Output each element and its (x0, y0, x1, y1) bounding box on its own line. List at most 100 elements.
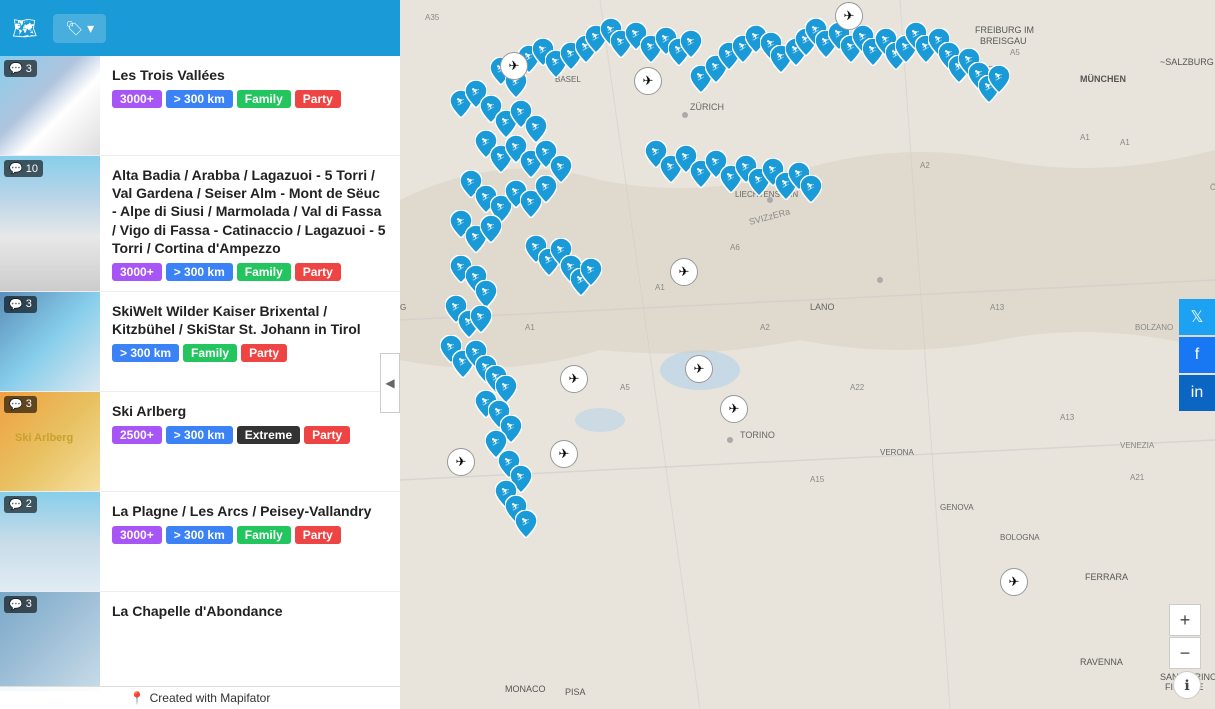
svg-text:⛷: ⛷ (586, 265, 595, 274)
sidebar: 🗺 🏷 ▾ ◀ 💬3Les Trois Vallées3000+> 300 km… (0, 0, 400, 709)
svg-text:⛷: ⛷ (516, 107, 525, 116)
zoom-out-button[interactable]: − (1169, 637, 1201, 669)
svg-text:MONACO: MONACO (505, 684, 546, 694)
map-info-button[interactable]: ℹ (1173, 671, 1201, 699)
linkedin-button[interactable]: in (1179, 375, 1215, 411)
created-with-banner: 📍 Created with Mapifator (0, 686, 400, 709)
svg-text:⛷: ⛷ (551, 57, 560, 66)
svg-text:A5: A5 (620, 383, 630, 392)
badge-count: 2 (26, 498, 32, 510)
facebook-button[interactable]: f (1179, 337, 1215, 373)
map-marker[interactable]: ⛷ (515, 510, 537, 538)
resort-name: La Chapelle d'Abondance (112, 602, 388, 620)
tag-family[interactable]: Family (237, 90, 291, 108)
svg-text:⛷: ⛷ (496, 202, 505, 211)
resort-thumbnail: 💬3 (0, 292, 100, 391)
tag-family[interactable]: Family (237, 526, 291, 544)
svg-text:A13: A13 (1060, 413, 1075, 422)
svg-text:⛷: ⛷ (466, 177, 475, 186)
svg-text:⛷: ⛷ (496, 152, 505, 161)
resort-thumbnail: 💬3 (0, 56, 100, 155)
badge-icon: 💬 (9, 298, 23, 311)
resort-thumbnail: 💬3 (0, 592, 100, 691)
tag-3000-[interactable]: 3000+ (112, 526, 162, 544)
tag-family[interactable]: Family (237, 263, 291, 281)
map-marker[interactable]: ⛷ (470, 305, 492, 333)
resort-tags: > 300 kmFamilyParty (112, 344, 388, 362)
airport-marker[interactable]: ✈ (447, 448, 475, 476)
resort-thumbnail: 💬3Ski Arlberg (0, 392, 100, 491)
airport-marker[interactable]: ✈ (720, 395, 748, 423)
svg-text:⛷: ⛷ (471, 87, 480, 96)
map-marker[interactable]: ⛷ (475, 280, 497, 308)
tag-party[interactable]: Party (295, 526, 341, 544)
svg-text:BOLZANO: BOLZANO (1135, 323, 1173, 332)
tag-party[interactable]: Party (304, 426, 350, 444)
svg-text:TORINO: TORINO (740, 430, 775, 440)
resort-info: La Plagne / Les Arcs / Peisey-Vallandry 3… (100, 492, 400, 591)
airport-marker[interactable]: ✈ (1000, 568, 1028, 596)
svg-text:LANO: LANO (810, 302, 835, 312)
airport-marker[interactable]: ✈ (835, 2, 863, 30)
svg-text:⛷: ⛷ (726, 172, 735, 181)
tag---300-km[interactable]: > 300 km (166, 90, 233, 108)
resort-name: Ski Arlberg (112, 402, 388, 420)
tag-extreme[interactable]: Extreme (237, 426, 300, 444)
airport-marker[interactable]: ✈ (550, 440, 578, 468)
airport-marker[interactable]: ✈ (500, 52, 528, 80)
airport-marker[interactable]: ✈ (670, 258, 698, 286)
svg-text:A1: A1 (1080, 133, 1090, 142)
map-area[interactable]: ZÜRICH LIECHTENSTEIN TORINO LANO VERONA … (400, 0, 1215, 709)
map-marker[interactable]: ⛷ (680, 30, 702, 58)
resort-item[interactable]: 💬2La Plagne / Les Arcs / Peisey-Vallandr… (0, 492, 400, 592)
map-marker[interactable]: ⛷ (495, 375, 517, 403)
badge-count: 3 (26, 298, 32, 310)
map-marker[interactable]: ⛷ (580, 258, 602, 286)
svg-text:⛷: ⛷ (686, 37, 695, 46)
svg-text:A5: A5 (1010, 48, 1020, 57)
scroll-arrow-right[interactable]: ◀ (380, 353, 400, 413)
svg-text:⛷: ⛷ (556, 162, 565, 171)
resort-item[interactable]: 💬3Les Trois Vallées3000+> 300 kmFamilyPa… (0, 56, 400, 156)
map-marker[interactable]: ⛷ (535, 175, 557, 203)
map-marker[interactable]: ⛷ (988, 65, 1010, 93)
svg-text:ZÜRICH: ZÜRICH (690, 102, 724, 112)
tag-party[interactable]: Party (295, 263, 341, 281)
svg-text:⛷: ⛷ (501, 382, 510, 391)
resort-tags: 3000+> 300 kmFamilyParty (112, 263, 388, 281)
twitter-button[interactable]: 𝕏 (1179, 299, 1215, 335)
tag---300-km[interactable]: > 300 km (166, 263, 233, 281)
resort-item[interactable]: 💬10Alta Badia / Arabba / Lagazuoi - 5 To… (0, 156, 400, 292)
resort-item[interactable]: 💬3Ski Arlberg Ski Arlberg 2500+> 300 kmExt… (0, 392, 400, 492)
svg-text:A2: A2 (920, 161, 930, 170)
tag-party[interactable]: Party (295, 90, 341, 108)
map-marker[interactable]: ⛷ (525, 115, 547, 143)
resort-item[interactable]: 💬3SkiWelt Wilder Kaiser Brixental / Kitz… (0, 292, 400, 392)
airport-marker[interactable]: ✈ (685, 355, 713, 383)
tag---300-km[interactable]: > 300 km (166, 526, 233, 544)
tag-3000-[interactable]: 3000+ (112, 90, 162, 108)
svg-text:⛷: ⛷ (651, 147, 660, 156)
tag-party[interactable]: Party (241, 344, 287, 362)
resort-list: ◀ 💬3Les Trois Vallées3000+> 300 kmFamily… (0, 56, 400, 709)
tag-family[interactable]: Family (183, 344, 237, 362)
map-marker[interactable]: ⛷ (800, 175, 822, 203)
resort-name: La Plagne / Les Arcs / Peisey-Vallandry (112, 502, 388, 520)
resort-item[interactable]: 💬3 La Chapelle d'Abondance (0, 592, 400, 692)
resort-badge: 💬3 (4, 60, 37, 77)
svg-text:⛷: ⛷ (631, 29, 640, 38)
airport-marker[interactable]: ✈ (560, 365, 588, 393)
resort-tags: 2500+> 300 kmExtremeParty (112, 426, 388, 444)
tag-3000-[interactable]: 3000+ (112, 263, 162, 281)
svg-text:A13: A13 (990, 303, 1005, 312)
airport-marker[interactable]: ✈ (634, 67, 662, 95)
tag-filter-button[interactable]: 🏷 ▾ (53, 14, 106, 43)
svg-text:⛷: ⛷ (806, 182, 815, 191)
resort-info: Ski Arlberg 2500+> 300 kmExtremeParty (100, 392, 400, 491)
tag---300-km[interactable]: > 300 km (112, 344, 179, 362)
tag-2500-[interactable]: 2500+ (112, 426, 162, 444)
zoom-in-button[interactable]: + (1169, 604, 1201, 636)
map-marker[interactable]: ⛷ (480, 215, 502, 243)
tag---300-km[interactable]: > 300 km (166, 426, 233, 444)
badge-icon: 💬 (9, 398, 23, 411)
